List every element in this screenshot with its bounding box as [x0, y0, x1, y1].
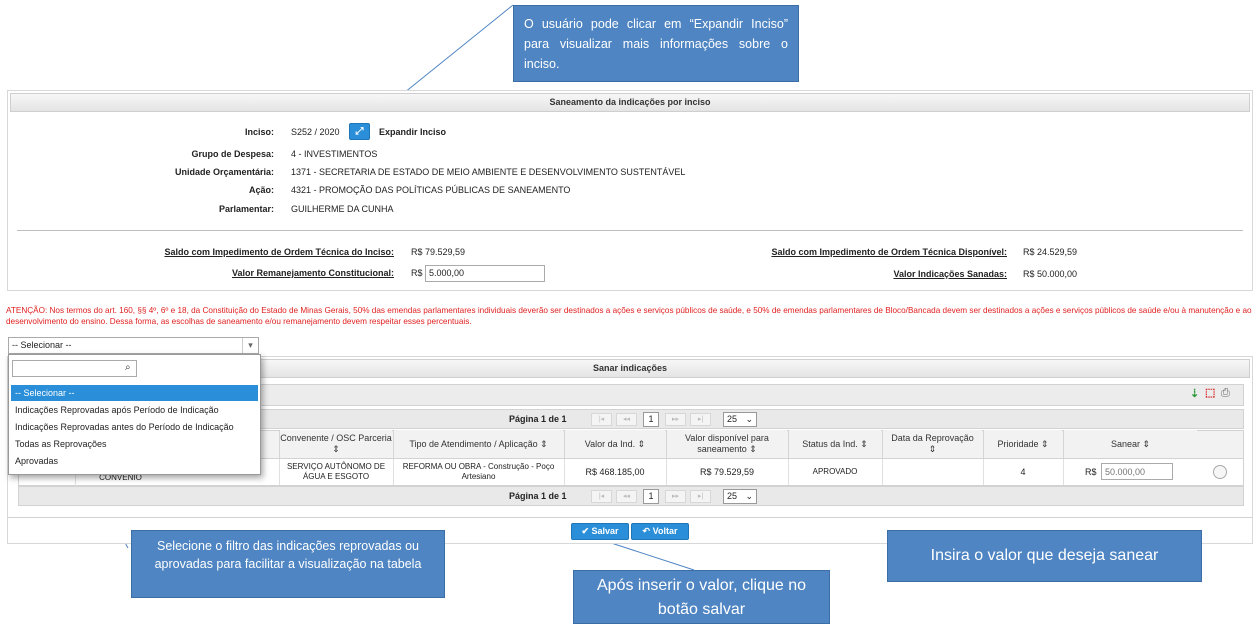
sanear-input[interactable] [1101, 463, 1173, 480]
search-icon: ⌕ [125, 362, 131, 373]
parlamentar-label: Parlamentar: [218, 204, 274, 214]
next-page-button[interactable]: ▸▸ [665, 413, 686, 426]
callout-save: Após inserir o valor, clique no botão sa… [573, 570, 830, 624]
page-number-top[interactable]: 1 [643, 412, 659, 427]
col-header-tipo[interactable]: Tipo de Atendimento / Aplicação ⇕ [393, 430, 563, 458]
cell-data-reprovacao [882, 459, 982, 485]
saldo-inciso-label: Saldo com Impedimento de Ordem Técnica d… [164, 247, 394, 257]
saldo-inciso-value: R$ 79.529,59 [411, 247, 466, 257]
print-icon[interactable]: ⎙ [1221, 387, 1234, 400]
chevron-down-icon: ⌄ [745, 491, 753, 501]
col-header-prioridade[interactable]: Prioridade ⇕ [983, 430, 1062, 458]
callout-sanear: Insira o valor que deseja sanear [887, 530, 1202, 582]
sanear-currency: R$ [1085, 467, 1097, 477]
expand-icon: ⤢ [355, 126, 364, 137]
page-size-select-top[interactable]: 25 ⌄ [723, 412, 757, 427]
filter-dropdown: ⌕ -- Selecionar -- Indicações Reprovadas… [8, 354, 261, 475]
last-page-button[interactable]: ▸| [690, 413, 711, 426]
chevron-down-icon: ▾ [242, 338, 258, 353]
next-page-button-bottom[interactable]: ▸▸ [665, 490, 686, 503]
prev-page-button[interactable]: ◂◂ [616, 413, 637, 426]
col-header-data-reprovacao[interactable]: Data da Reprovação ⇕ [882, 430, 982, 458]
unidade-value: 1371 - SECRETARIA DE ESTADO DE MEIO AMBI… [291, 167, 686, 177]
cell-status: APROVADO [788, 459, 881, 485]
col-header-valor-ind[interactable]: Valor da Ind. ⇕ [564, 430, 665, 458]
saneamento-panel-title: Saneamento da indicações por inciso [10, 93, 1250, 112]
back-button[interactable]: ↶ Voltar [631, 523, 689, 540]
filter-option[interactable]: Indicações Reprovadas antes do Período d… [11, 419, 258, 435]
pager-bottom: Página 1 de 1 |◂ ◂◂ 1 ▸▸ ▸| 25 ⌄ [18, 486, 1244, 506]
filter-option[interactable]: -- Selecionar -- [11, 385, 258, 401]
cell-valor-disp: R$ 79.529,59 [666, 459, 787, 485]
action-divider [8, 517, 1252, 518]
check-icon: ✔ [581, 526, 589, 536]
panel-divider [17, 230, 1243, 231]
row-select-radio[interactable] [1213, 465, 1227, 479]
col-header-convenente[interactable]: Convenente / OSC Parceria ⇕ [279, 430, 392, 458]
grupo-value: 4 - INVESTIMENTOS [291, 149, 378, 159]
constitution-warning: ATENÇÃO: Nos termos do art. 160, §§ 4º, … [6, 306, 1252, 326]
acao-value: 4321 - PROMOÇÃO DAS POLÍTICAS PÚBLICAS D… [291, 185, 571, 195]
prev-page-button-bottom[interactable]: ◂◂ [616, 490, 637, 503]
cell-prioridade: 4 [983, 459, 1062, 485]
remanejamento-input[interactable]: 5.000,00 [425, 265, 545, 282]
remanejamento-label: Valor Remanejamento Constitucional: [231, 268, 394, 278]
col-header-valor-disp[interactable]: Valor disponível para saneamento ⇕ [666, 430, 787, 458]
filter-option[interactable]: Indicações Reprovadas após Período de In… [11, 402, 258, 418]
page-label-bottom: Página 1 de 1 [509, 491, 567, 501]
indicacoes-sanadas-value: R$ 50.000,00 [1023, 269, 1078, 279]
unidade-label: Unidade Orçamentária: [174, 167, 274, 177]
first-page-button-bottom[interactable]: |◂ [591, 490, 612, 503]
undo-icon: ↶ [642, 526, 651, 536]
page-size-select-bottom[interactable]: 25 ⌄ [723, 489, 757, 504]
grupo-label: Grupo de Despesa: [191, 149, 274, 159]
first-page-button[interactable]: |◂ [591, 413, 612, 426]
cell-valor-ind: R$ 468.185,00 [564, 459, 665, 485]
col-header-status[interactable]: Status da Ind. ⇕ [788, 430, 881, 458]
chevron-down-icon: ⌄ [745, 414, 753, 424]
col-header-sanear[interactable]: Sanear ⇕ [1063, 430, 1197, 458]
parlamentar-value: GUILHERME DA CUNHA [291, 204, 394, 214]
callout-expand-inciso: O usuário pode clicar em “Expandir Incis… [513, 5, 799, 82]
filter-option[interactable]: Todas as Reprovações [11, 436, 258, 452]
cell-tipo: REFORMA OU OBRA - Construção - Poço Arte… [393, 459, 563, 485]
inciso-label: Inciso: [244, 127, 274, 137]
indicacoes-sanadas-label: Valor Indicações Sanadas: [893, 269, 1007, 279]
filter-select[interactable]: -- Selecionar -- ▾ [8, 337, 259, 354]
inciso-value: S252 / 2020 [291, 127, 340, 137]
save-button[interactable]: ✔ Salvar [571, 523, 629, 540]
saldo-disponivel-label: Saldo com Impedimento de Ordem Técnica D… [771, 247, 1007, 257]
filter-search-input[interactable] [12, 360, 137, 377]
callout-filter: Selecione o filtro das indicações reprov… [131, 530, 445, 598]
saldo-disponivel-value: R$ 24.529,59 [1023, 247, 1078, 257]
export-pdf-icon[interactable]: ⬚ [1205, 387, 1216, 400]
remanejamento-currency: R$ [411, 268, 423, 278]
expand-inciso-label[interactable]: Expandir Inciso [379, 127, 446, 137]
expand-inciso-button[interactable]: ⤢ [349, 123, 370, 140]
last-page-button-bottom[interactable]: ▸| [690, 490, 711, 503]
page-label-top: Página 1 de 1 [509, 414, 567, 424]
filter-option[interactable]: Aprovadas [11, 453, 258, 469]
acao-label: Ação: [248, 185, 274, 195]
page-number-bottom[interactable]: 1 [643, 489, 659, 504]
export-excel-icon[interactable]: ⇣ [1190, 388, 1202, 400]
cell-convenente: SERVIÇO AUTÔNOMO DE ÁGUA E ESGOTO [279, 459, 392, 485]
